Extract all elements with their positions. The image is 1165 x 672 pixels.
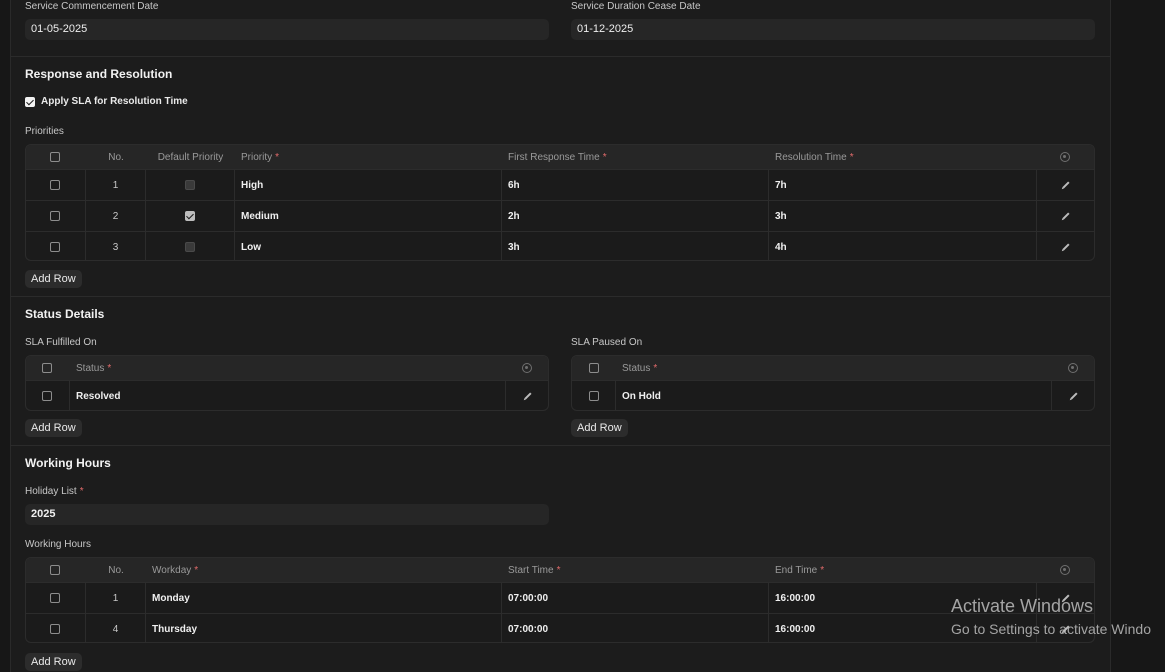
holiday-list-label: Holiday List * [25,486,84,497]
col-end-time: End Time * [775,564,825,576]
edit-pencil-icon[interactable] [1062,243,1070,251]
col-start-time: Start Time * [508,564,561,576]
row-checkbox[interactable] [50,624,60,634]
start-time-value[interactable]: 07:00:00 [508,614,548,642]
select-all-checkbox[interactable] [50,565,60,575]
settings-gear-icon[interactable] [1060,565,1070,575]
add-row-button[interactable]: Add Row [571,419,628,437]
section-divider [10,56,1111,57]
settings-gear-icon[interactable] [1060,152,1070,162]
settings-gear-icon[interactable] [1068,363,1078,373]
end-time-value[interactable]: 16:00:00 [775,614,815,642]
apply-sla-row: Apply SLA for Resolution Time [25,96,188,107]
sla-fulfilled-table: Status * Resolved [25,355,549,411]
select-all-checkbox[interactable] [50,152,60,162]
priority-value[interactable]: Low [241,232,261,260]
edit-pencil-icon[interactable] [1070,392,1078,400]
sla-paused-label: SLA Paused On [571,337,643,348]
end-time-value[interactable]: 16:00:00 [775,583,815,613]
col-status: Status * [622,362,658,374]
col-no: No. [108,151,124,163]
working-hours-label: Working Hours [25,539,91,550]
add-row-button[interactable]: Add Row [25,270,82,288]
workday-value[interactable]: Thursday [152,614,197,642]
default-priority-checkbox[interactable] [185,180,195,190]
add-row-button[interactable]: Add Row [25,653,82,671]
first-response-value[interactable]: 6h [508,170,520,200]
priorities-table-header: No. Default Priority Priority * First Res… [26,145,1094,169]
working-section-title: Working Hours [25,456,111,470]
settings-gear-icon[interactable] [522,363,532,373]
row-no: 3 [112,241,119,253]
row-no: 1 [112,592,119,604]
activate-windows-subtitle: Go to Settings to activate Windo [951,621,1151,637]
row-checkbox[interactable] [50,593,60,603]
start-time-value[interactable]: 07:00:00 [508,583,548,613]
row-checkbox[interactable] [50,180,60,190]
table-row[interactable]: 2 Medium 2h 3h [26,200,1094,231]
status-value[interactable]: Resolved [76,381,120,410]
row-checkbox[interactable] [50,242,60,252]
first-response-value[interactable]: 3h [508,232,520,260]
table-row[interactable]: On Hold [572,380,1094,410]
sla-paused-table: Status * On Hold [571,355,1095,411]
activate-windows-title: Activate Windows [951,596,1094,616]
table-row[interactable]: 3 Low 3h 4h [26,231,1094,260]
select-all-checkbox[interactable] [42,363,52,373]
col-no: No. [108,564,124,576]
edit-pencil-icon[interactable] [1062,212,1070,220]
col-status: Status * [76,362,112,374]
priorities-table: No. Default Priority Priority * First Res… [25,144,1095,261]
resolution-value[interactable]: 7h [775,170,787,200]
holiday-list-input[interactable]: 2025 [25,504,549,525]
default-priority-checkbox[interactable] [185,211,195,221]
table-row[interactable]: 4 Thursday 07:00:00 16:00:00 [26,613,1094,642]
row-no: 4 [112,623,119,635]
section-divider [10,296,1111,297]
service-commencement-input[interactable]: 01-05-2025 [25,19,549,40]
col-resolution: Resolution Time * [775,151,854,163]
table-row[interactable]: 1 Monday 07:00:00 16:00:00 [26,582,1094,613]
priority-value[interactable]: Medium [241,201,279,231]
default-priority-checkbox[interactable] [185,242,195,252]
col-priority: Priority * [241,151,280,163]
row-no: 1 [112,179,119,191]
col-default-priority: Default Priority [157,151,224,163]
section-divider [10,445,1111,446]
row-checkbox[interactable] [50,211,60,221]
first-response-value[interactable]: 2h [508,201,520,231]
workday-value[interactable]: Monday [152,583,190,613]
status-section-title: Status Details [25,307,105,321]
edit-pencil-icon[interactable] [524,392,532,400]
service-commencement-label: Service Commencement Date [25,1,159,12]
service-cease-input[interactable]: 01-12-2025 [571,19,1095,40]
apply-sla-label: Apply SLA for Resolution Time [41,96,188,107]
edit-pencil-icon[interactable] [1062,181,1070,189]
row-checkbox[interactable] [42,391,52,401]
row-no: 2 [112,210,119,222]
select-all-checkbox[interactable] [589,363,599,373]
add-row-button[interactable]: Add Row [25,419,82,437]
priorities-label: Priorities [25,126,64,137]
resolution-value[interactable]: 3h [775,201,787,231]
sla-fulfilled-label: SLA Fulfilled On [25,337,97,348]
col-workday: Workday * [152,564,199,576]
service-cease-label: Service Duration Cease Date [571,1,701,12]
working-hours-table: No. Workday * Start Time * End Time * 1 Mon… [25,557,1095,643]
response-section-title: Response and Resolution [25,67,173,81]
status-value[interactable]: On Hold [622,381,661,410]
col-first-response: First Response Time * [508,151,607,163]
apply-sla-checkbox[interactable] [25,96,35,107]
table-row[interactable]: 1 High 6h 7h [26,169,1094,200]
priority-value[interactable]: High [241,170,263,200]
resolution-value[interactable]: 4h [775,232,787,260]
table-row[interactable]: Resolved [26,380,548,410]
row-checkbox[interactable] [589,391,599,401]
